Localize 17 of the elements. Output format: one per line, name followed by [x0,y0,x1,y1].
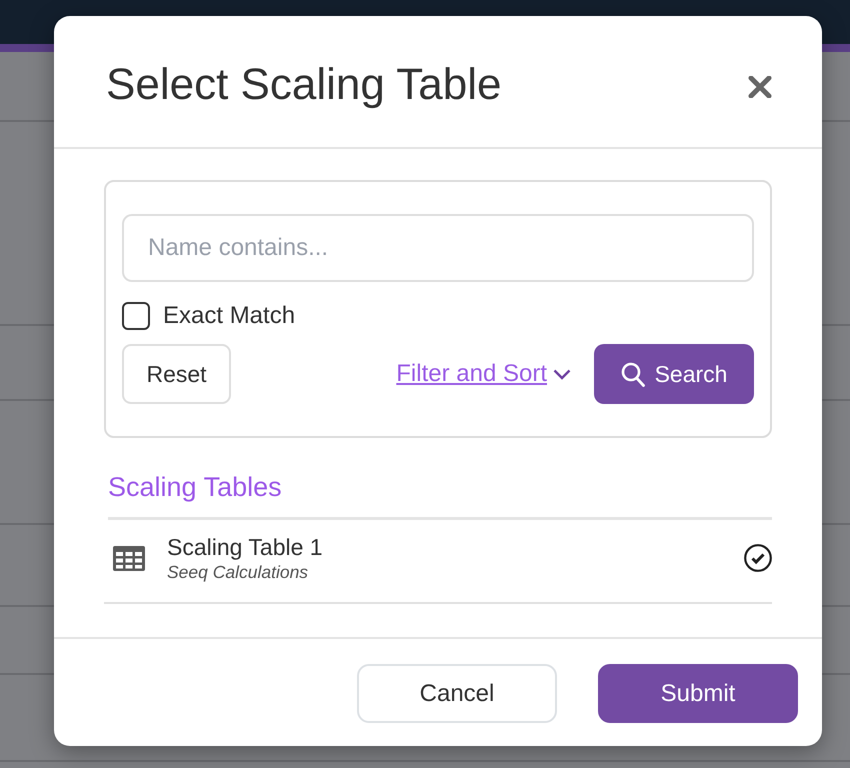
close-icon[interactable] [748,76,772,98]
table-name[interactable]: Scaling Table 1 [167,534,323,560]
submit-button[interactable]: Submit [598,664,798,723]
check-circle-icon[interactable] [744,544,772,572]
exact-match-label[interactable]: Exact Match [163,302,296,330]
section-heading: Scaling Tables [108,471,772,520]
table-grid-icon [112,544,146,572]
filter-sort-link[interactable]: Filter and Sort [396,356,571,392]
reset-button[interactable]: Reset [122,344,231,404]
chevron-down-icon[interactable] [553,368,571,380]
exact-match-checkbox[interactable] [122,302,150,330]
search-button[interactable]: Search [594,344,754,404]
search-icon[interactable] [620,362,645,386]
table-source: Seeq Calculations [167,560,310,582]
name-search-field[interactable]: Name contains... [122,214,754,282]
cancel-button[interactable]: Cancel [357,664,557,723]
modal-title: Select Scaling Table [106,59,502,111]
